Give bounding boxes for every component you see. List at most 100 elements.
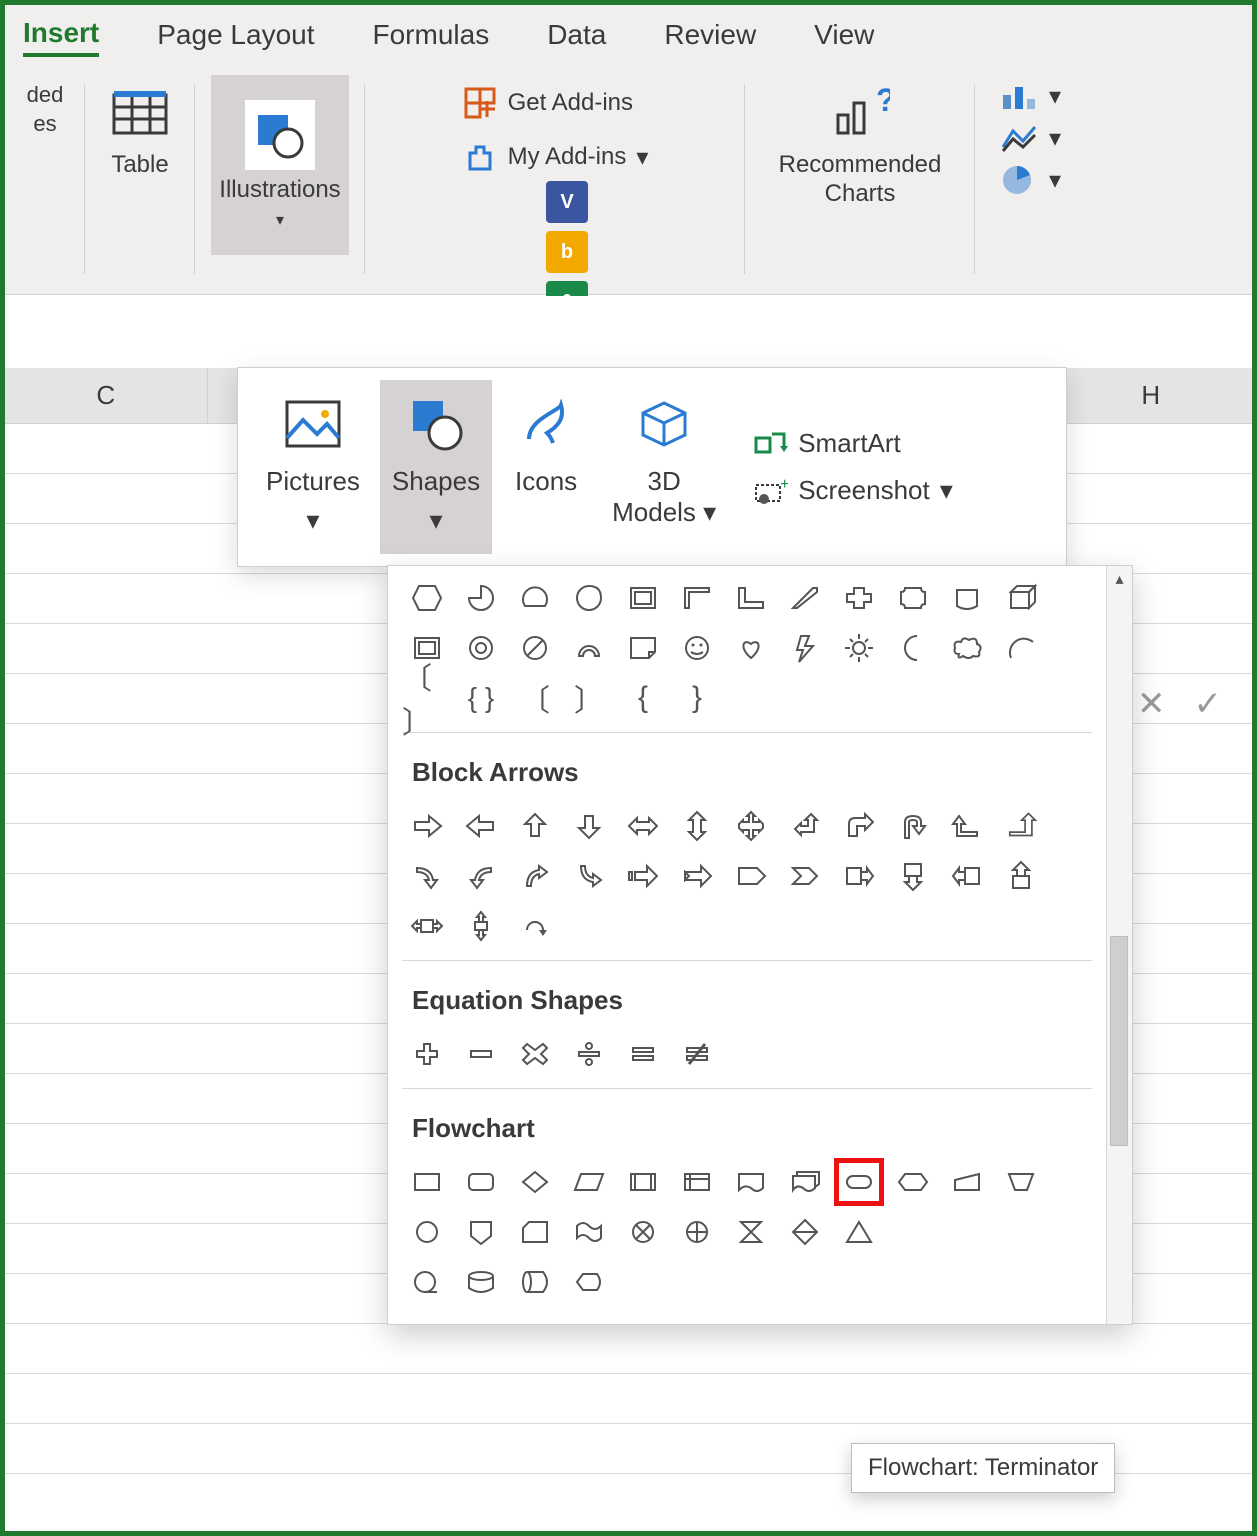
arrow-striped-right[interactable] [618, 852, 668, 900]
shape-dodecagon[interactable] [402, 574, 452, 622]
3d-models-button[interactable]: 3DModels ▾ [600, 380, 728, 554]
arrow-chevron[interactable] [780, 852, 830, 900]
fc-card[interactable] [510, 1208, 560, 1256]
fc-connector[interactable] [402, 1208, 452, 1256]
arrow-bent[interactable] [834, 802, 884, 850]
fc-offpage[interactable] [456, 1208, 506, 1256]
enter-icon[interactable]: ✓ [1194, 684, 1223, 724]
shape-folded-corner[interactable] [618, 624, 668, 672]
arrow-quad[interactable] [726, 802, 776, 850]
col-header-c[interactable]: C [5, 368, 208, 423]
shape-frame[interactable] [618, 574, 668, 622]
shape-sun[interactable] [834, 624, 884, 672]
fc-tape[interactable] [564, 1208, 614, 1256]
eq-divide[interactable] [564, 1030, 614, 1078]
pictures-button[interactable]: Pictures▾ [254, 380, 372, 554]
arrow-circular[interactable] [510, 902, 560, 950]
fc-internal-storage[interactable] [672, 1158, 722, 1206]
icons-button[interactable]: Icons [500, 380, 592, 554]
shape-moon[interactable] [888, 624, 938, 672]
tab-review[interactable]: Review [664, 15, 756, 55]
col-header-h[interactable]: H [1050, 368, 1252, 423]
chart-type-column-button[interactable]: ▾ [999, 79, 1061, 113]
get-addins-button[interactable]: Get Add-ins [462, 85, 633, 121]
arrow-notched-right[interactable] [672, 852, 722, 900]
arrow-uturn[interactable] [888, 802, 938, 850]
eq-plus[interactable] [402, 1030, 452, 1078]
shape-right-bracket[interactable]: 〕 [564, 674, 614, 722]
arrow-pentagon[interactable] [726, 852, 776, 900]
arrow-curved-left[interactable] [456, 852, 506, 900]
fc-manual-input[interactable] [942, 1158, 992, 1206]
fc-extract[interactable] [834, 1208, 884, 1256]
fc-terminator[interactable] [834, 1158, 884, 1206]
arrow-left-up[interactable] [780, 802, 830, 850]
arrow-callout-right[interactable] [834, 852, 884, 900]
shape-arc[interactable] [996, 624, 1046, 672]
arrow-up-down[interactable] [672, 802, 722, 850]
shape-pie[interactable] [456, 574, 506, 622]
eq-equal[interactable] [618, 1030, 668, 1078]
screenshot-button[interactable]: +Screenshot ▾ [754, 475, 953, 506]
shape-left-bracket[interactable]: 〔 [510, 674, 560, 722]
shape-smiley[interactable] [672, 624, 722, 672]
arrow-right[interactable] [402, 802, 452, 850]
tab-insert[interactable]: Insert [23, 13, 99, 57]
fc-manual-op[interactable] [996, 1158, 1046, 1206]
tab-view[interactable]: View [814, 15, 874, 55]
fc-decision[interactable] [510, 1158, 560, 1206]
shape-donut[interactable] [456, 624, 506, 672]
shape-lightning[interactable] [780, 624, 830, 672]
scroll-thumb[interactable] [1110, 936, 1128, 1146]
fc-or[interactable] [672, 1208, 722, 1256]
recommended-pivot-button[interactable]: dedes [19, 75, 72, 144]
tab-page-layout[interactable]: Page Layout [157, 15, 314, 55]
arrow-curved-up[interactable] [510, 852, 560, 900]
shape-block-arc[interactable] [564, 624, 614, 672]
shape-right-brace[interactable]: } [672, 674, 722, 722]
tab-formulas[interactable]: Formulas [373, 15, 490, 55]
shape-diag-stripe[interactable] [780, 574, 830, 622]
arrow-callout-left-right[interactable] [402, 902, 452, 950]
shapes-button[interactable]: Shapes▾ [380, 380, 492, 554]
fc-magnetic-disk[interactable] [456, 1258, 506, 1306]
bing-icon[interactable]: b [546, 231, 588, 273]
eq-minus[interactable] [456, 1030, 506, 1078]
fc-direct-access[interactable] [510, 1258, 560, 1306]
fc-collate[interactable] [726, 1208, 776, 1256]
arrow-bent-up[interactable] [996, 802, 1046, 850]
gallery-scrollbar[interactable]: ▴ [1106, 566, 1132, 1324]
shape-cloud[interactable] [942, 624, 992, 672]
arrow-curved-right[interactable] [402, 852, 452, 900]
shape-chord[interactable] [510, 574, 560, 622]
arrow-callout-quad[interactable] [456, 902, 506, 950]
shape-brace-pair[interactable]: { } [456, 674, 506, 722]
arrow-left-right-up[interactable] [942, 802, 992, 850]
shape-plaque[interactable] [888, 574, 938, 622]
chart-type-line-button[interactable]: ▾ [999, 121, 1061, 155]
arrow-callout-down[interactable] [888, 852, 938, 900]
table-button[interactable]: Table [100, 75, 180, 185]
recommended-charts-button[interactable]: ? RecommendedCharts [771, 75, 950, 215]
arrow-up[interactable] [510, 802, 560, 850]
my-addins-button[interactable]: My Add-ins ▾ [462, 139, 649, 175]
shape-left-brace[interactable]: { [618, 674, 668, 722]
shape-can-top[interactable] [942, 574, 992, 622]
fc-data[interactable] [564, 1158, 614, 1206]
fc-sort[interactable] [780, 1208, 830, 1256]
shape-half-frame[interactable] [672, 574, 722, 622]
shape-cross[interactable] [834, 574, 884, 622]
arrow-callout-left[interactable] [942, 852, 992, 900]
shape-cube[interactable] [996, 574, 1046, 622]
fc-alt-process[interactable] [456, 1158, 506, 1206]
smartart-button[interactable]: SmartArt [754, 428, 953, 459]
arrow-curved-down[interactable] [564, 852, 614, 900]
fc-preparation[interactable] [888, 1158, 938, 1206]
tab-data[interactable]: Data [547, 15, 606, 55]
shape-bracket-pair[interactable]: 〔 〕 [402, 674, 452, 722]
arrow-left[interactable] [456, 802, 506, 850]
arrow-callout-up[interactable] [996, 852, 1046, 900]
shape-no-symbol[interactable] [510, 624, 560, 672]
visio-icon[interactable]: V [546, 181, 588, 223]
eq-multiply[interactable] [510, 1030, 560, 1078]
